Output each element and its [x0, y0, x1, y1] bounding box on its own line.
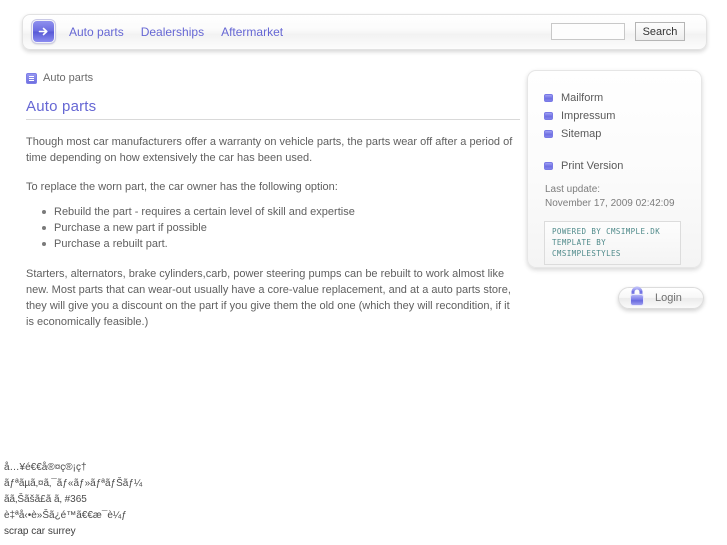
sidebar-links: Mailform Impressum Sitemap Print Version — [544, 89, 694, 175]
sidebar-item-print-version[interactable]: Print Version — [544, 157, 694, 174]
nav-item-auto-parts[interactable]: Auto parts — [69, 25, 124, 39]
padlock-icon — [627, 284, 647, 309]
main-nav: Auto parts Dealerships Aftermarket — [69, 14, 283, 50]
search-button[interactable]: Search — [635, 22, 685, 41]
square-icon — [544, 111, 553, 120]
sidebar-item-label: Sitemap — [561, 127, 602, 140]
square-icon — [544, 161, 553, 170]
list-item: Rebuild the part - requires a certain le… — [42, 204, 520, 220]
list-icon — [26, 72, 37, 84]
last-update: Last update: November 17, 2009 02:42:09 — [545, 183, 675, 211]
sidebar-item-impressum[interactable]: Impressum — [544, 107, 694, 124]
breadcrumb: Auto parts — [26, 72, 93, 84]
powered-by-line2: Template by cmsimplestyles — [552, 238, 621, 258]
square-icon — [544, 93, 553, 102]
sidebar-item-mailform[interactable]: Mailform — [544, 89, 694, 106]
powered-by-badge[interactable]: Powered by cmsimple.dk Template by cmsim… — [544, 221, 681, 265]
sidebar-item-label: Print Version — [561, 159, 624, 172]
footer-keyword: ãã‚Šãšã£ã ã‚ #365 — [4, 494, 87, 505]
footer-keywords: å…¥é€€å®¤ç®¡ç† ãƒªãµã‚¤ã‚¯ãƒ«ãƒ»ãƒªãƒŠãƒ… — [4, 460, 344, 540]
intro-paragraph: Though most car manufacturers offer a wa… — [26, 136, 513, 164]
main-content: Auto parts Though most car manufacturers… — [26, 98, 520, 330]
footer-keyword: è‡ªå‹•è»Šã¿é™ã€€æ¯è¼ƒ — [4, 510, 127, 521]
last-update-value: November 17, 2009 02:42:09 — [545, 198, 675, 209]
nav-item-aftermarket[interactable]: Aftermarket — [221, 25, 283, 39]
footer-keyword: scrap car surrey — [4, 526, 76, 537]
footer-keyword: å…¥é€€å®¤ç®¡ç† — [4, 462, 87, 473]
footer-keyword: ãƒªãµã‚¤ã‚¯ãƒ«ãƒ»ãƒªãƒŠãƒ¼ — [4, 478, 143, 489]
login-button[interactable]: Login — [618, 284, 704, 309]
site-logo[interactable] — [32, 20, 55, 43]
square-icon — [544, 129, 553, 138]
sidebar-item-label: Impressum — [561, 109, 616, 122]
options-lead-paragraph: To replace the worn part, the car owner … — [26, 181, 338, 193]
nav-item-dealerships[interactable]: Dealerships — [141, 25, 204, 39]
login-button-label: Login — [655, 292, 682, 304]
page-title: Auto parts — [26, 98, 520, 120]
closing-paragraph: Starters, alternators, brake cylinders,c… — [26, 268, 511, 328]
list-item: Purchase a rebuilt part. — [42, 236, 520, 252]
options-list: Rebuild the part - requires a certain le… — [26, 204, 520, 252]
sidebar-item-sitemap[interactable]: Sitemap — [544, 125, 694, 142]
site-header: Auto parts Dealerships Aftermarket Searc… — [22, 14, 707, 50]
powered-by-line1: Powered by cmsimple.dk — [552, 227, 661, 236]
list-item: Purchase a new part if possible — [42, 220, 520, 236]
sidebar-panel: Mailform Impressum Sitemap Print Version… — [527, 70, 702, 268]
breadcrumb-item-auto-parts[interactable]: Auto parts — [43, 72, 93, 84]
sidebar-item-label: Mailform — [561, 91, 604, 104]
arrow-right-icon — [33, 24, 54, 39]
last-update-label: Last update: — [545, 184, 601, 195]
search-input[interactable] — [551, 23, 625, 40]
